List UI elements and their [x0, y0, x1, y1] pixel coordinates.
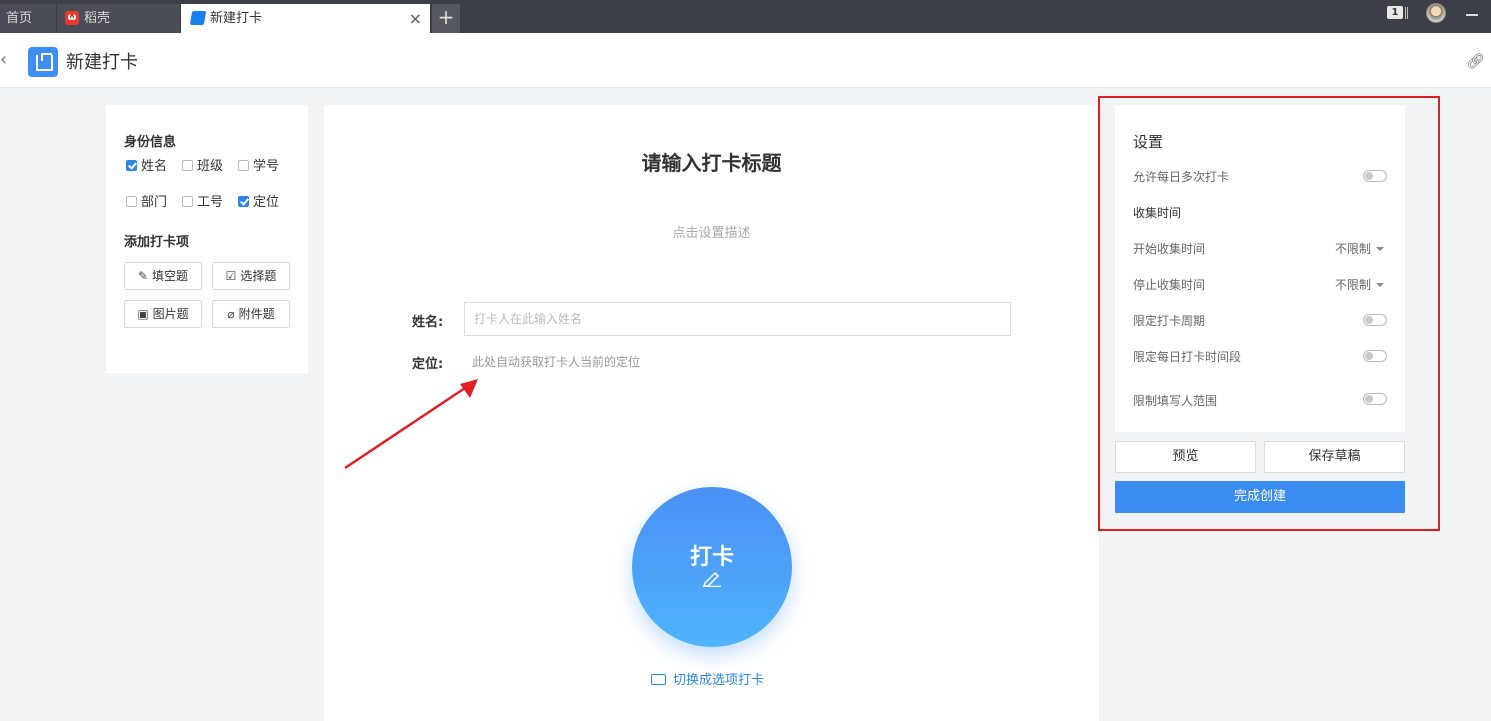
close-tab-icon[interactable]: × [409, 4, 422, 33]
setting-multiple-daily-checkin-label: 允许每日多次打卡 [1133, 170, 1230, 184]
identity-section-title: 身份信息 [124, 135, 177, 150]
setting-stop-time-dropdown[interactable]: 不限制 [1335, 276, 1385, 293]
name-input[interactable]: 打卡人在此输入姓名 [464, 302, 1011, 336]
setting-period-toggle[interactable] [1363, 314, 1387, 326]
annotation-arrow [344, 379, 478, 470]
checkin-logo-icon [28, 47, 58, 77]
checkbox-label: 班级 [197, 159, 224, 174]
checkin-button-label: 打卡 [689, 545, 734, 570]
tab-new-checkin[interactable]: 新建打卡 × [181, 4, 430, 33]
dropdown-value: 不限制 [1335, 278, 1372, 292]
location-hint: 此处自动获取打卡人当前的定位 [472, 355, 641, 369]
caret-down-icon [1376, 283, 1385, 287]
add-fill-in-button[interactable]: ✎ 填空题 [124, 262, 202, 290]
back-button[interactable]: ‹ [0, 49, 7, 70]
save-draft-button[interactable]: 保存草稿 [1264, 441, 1405, 473]
setting-stop-time-label: 停止收集时间 [1133, 278, 1206, 292]
browser-tab-strip: 首页 ω 稻壳 新建打卡 × + 1 [0, 0, 1491, 33]
settings-title: 设置 [1133, 133, 1164, 151]
setting-start-time-dropdown[interactable]: 不限制 [1335, 240, 1385, 257]
setting-respondent-scope-toggle[interactable] [1363, 393, 1387, 405]
switch-icon [651, 674, 666, 685]
pencil-icon: ✎ [137, 269, 149, 283]
add-choice-button[interactable]: ☑ 选择题 [212, 262, 290, 290]
tab-new-checkin-label: 新建打卡 [210, 11, 263, 26]
dropdown-value: 不限制 [1335, 242, 1372, 256]
share-link-icon[interactable]: 🔗︎ [1466, 52, 1485, 70]
add-button-label: 选择题 [240, 269, 277, 283]
checkbox-label: 学号 [253, 159, 280, 174]
new-tab-button[interactable]: + [432, 4, 460, 33]
checkbox-department[interactable]: 部门 [126, 195, 167, 211]
left-panel: 身份信息 姓名 班级 学号 部门 工号 定位 添加打卡项 ✎ 填空题 ☑ 选择题 ▣… [106, 105, 308, 373]
checkbox-unchecked-icon [238, 160, 249, 171]
add-button-label: 填空题 [152, 269, 189, 283]
tab-home-label: 首页 [6, 11, 33, 26]
switch-to-option-checkin-link[interactable]: 切换成选项打卡 [651, 669, 764, 688]
checkbox-label: 工号 [197, 195, 224, 210]
add-button-label: 图片题 [152, 307, 189, 321]
checkbox-label: 部门 [141, 195, 168, 210]
checkin-button[interactable]: 打卡 [632, 487, 792, 647]
checkbox-location[interactable]: 定位 [238, 195, 279, 211]
location-field-label: 定位: [412, 357, 444, 372]
pencil-icon [702, 571, 721, 587]
caret-down-icon [1376, 247, 1385, 251]
window-list-icon [1405, 7, 1408, 19]
checkbox-student-id[interactable]: 学号 [238, 159, 279, 175]
preview-button[interactable]: 预览 [1115, 441, 1256, 473]
add-image-button[interactable]: ▣ 图片题 [124, 300, 202, 328]
checkbox-employee-id[interactable]: 工号 [182, 195, 223, 211]
add-button-label: 附件题 [238, 307, 275, 321]
checkbox-label: 姓名 [141, 159, 168, 174]
checkbox-unchecked-icon [182, 196, 193, 207]
checkbox-name[interactable]: 姓名 [126, 159, 167, 175]
setting-daily-time-slot-toggle[interactable] [1363, 350, 1387, 362]
checkbox-unchecked-icon [182, 160, 193, 171]
checkbox-class[interactable]: 班级 [182, 159, 223, 175]
checkbox-checked-icon [126, 160, 137, 171]
setting-period-label: 限定打卡周期 [1133, 314, 1206, 328]
avatar[interactable] [1426, 3, 1446, 23]
app-header: ‹ 新建打卡 🔗︎ [0, 33, 1491, 88]
window-count-badge[interactable]: 1 [1387, 6, 1403, 19]
tab-daoke-label: 稻壳 [84, 11, 111, 26]
switch-link-label: 切换成选项打卡 [673, 673, 765, 688]
paperclip-icon: ⌀ [227, 307, 235, 321]
image-icon: ▣ [137, 307, 149, 321]
checkin-app-icon [189, 10, 207, 25]
checkbox-checked-icon [238, 196, 249, 207]
setting-respondent-scope-label: 限制填写人范围 [1133, 394, 1218, 408]
tab-daoke[interactable]: ω 稻壳 [57, 4, 180, 33]
form-description[interactable]: 点击设置描述 [324, 222, 1099, 241]
add-attachment-button[interactable]: ⌀ 附件题 [212, 300, 290, 328]
setting-multiple-daily-checkin-toggle[interactable] [1363, 170, 1387, 182]
setting-collect-time-label: 收集时间 [1133, 206, 1182, 220]
daoke-logo-icon: ω [65, 10, 79, 25]
page-title: 新建打卡 [66, 52, 138, 73]
settings-panel: 设置 允许每日多次打卡 收集时间 开始收集时间 不限制 停止收集时间 不限制 限… [1115, 105, 1405, 432]
name-field-label: 姓名: [412, 315, 444, 330]
checkbox-label: 定位 [253, 195, 280, 210]
tab-home[interactable]: 首页 [0, 4, 56, 33]
checkbox-icon: ☑ [225, 269, 237, 283]
setting-start-time-label: 开始收集时间 [1133, 242, 1206, 256]
add-item-section-title: 添加打卡项 [124, 235, 190, 250]
minimize-icon[interactable] [1466, 14, 1478, 16]
create-button[interactable]: 完成创建 [1115, 481, 1405, 513]
checkbox-unchecked-icon [126, 196, 137, 207]
form-title[interactable]: 请输入打卡标题 [324, 147, 1099, 176]
setting-daily-time-slot-label: 限定每日打卡时间段 [1133, 350, 1242, 364]
